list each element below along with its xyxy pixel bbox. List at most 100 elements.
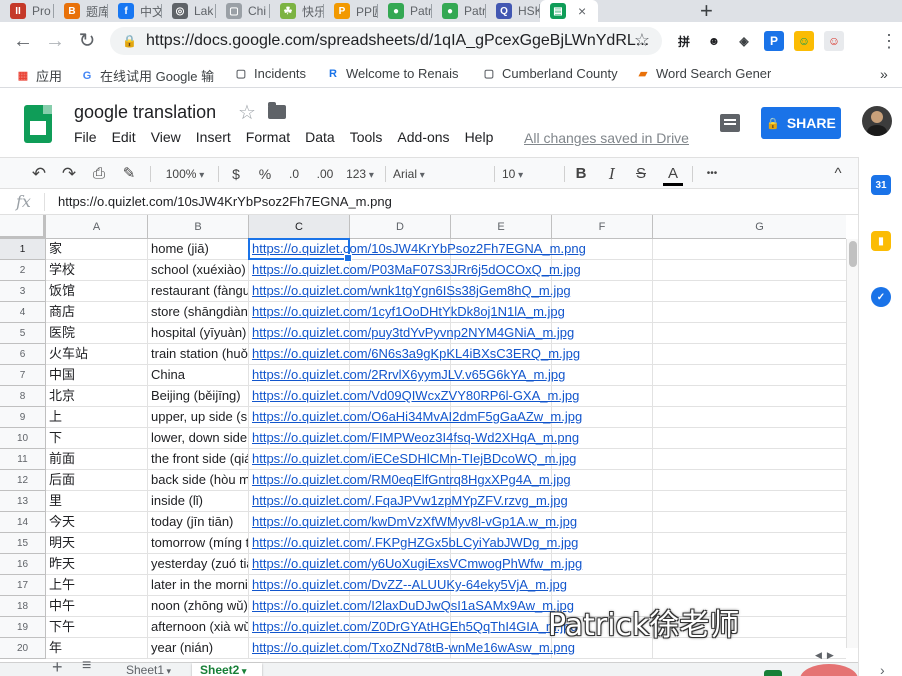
bookmark-star-icon[interactable]: ☆ xyxy=(634,30,650,51)
browser-tab[interactable]: II Pro xyxy=(0,0,54,22)
cell-chinese[interactable]: 里 xyxy=(46,491,148,512)
cell[interactable] xyxy=(653,470,846,491)
scrollbar-thumb[interactable] xyxy=(849,241,857,267)
cell[interactable] xyxy=(653,239,846,260)
cell[interactable] xyxy=(552,575,653,596)
cell-chinese[interactable]: 明天 xyxy=(46,533,148,554)
avatar[interactable] xyxy=(862,106,892,136)
row-header[interactable]: 5 xyxy=(0,323,46,344)
cell-english[interactable]: back side (hòu miàn) xyxy=(148,470,249,491)
column-header-e[interactable]: E xyxy=(451,215,552,239)
column-header-f[interactable]: F xyxy=(552,215,653,239)
bookmark-item[interactable]: ▰ Word Search Gener xyxy=(636,66,771,81)
bookmarks-overflow-icon[interactable]: » xyxy=(880,66,888,82)
all-sheets-icon[interactable]: ≡ xyxy=(82,657,91,675)
browser-tab[interactable]: f 中文 xyxy=(108,0,162,22)
share-button[interactable]: 🔒 SHARE xyxy=(761,107,841,139)
save-status[interactable]: All changes saved in Drive xyxy=(524,130,689,146)
browser-tab[interactable]: ● Patr xyxy=(378,0,432,22)
bookmark-item[interactable]: ▢ Cumberland County xyxy=(482,66,622,81)
pinyin-extension-icon[interactable]: 拼 xyxy=(674,31,694,51)
column-header-c[interactable]: C xyxy=(249,215,350,239)
row-header[interactable]: 11 xyxy=(0,449,46,470)
browser-tab[interactable]: ▢ Chi xyxy=(216,0,270,22)
cell[interactable] xyxy=(653,512,846,533)
currency-format-button[interactable]: $ xyxy=(228,164,244,184)
cell-image-url[interactable]: https://o.quizlet.com/y6UoXugiExsVCmwogP… xyxy=(249,554,582,575)
cell-chinese[interactable]: 学校 xyxy=(46,260,148,281)
menu-file[interactable]: File xyxy=(74,129,97,145)
row-header[interactable]: 2 xyxy=(0,260,46,281)
decrease-decimal-button[interactable]: .0 xyxy=(284,164,304,184)
cell-english[interactable]: year (nián) xyxy=(148,638,249,659)
cell-image-url[interactable]: https://o.quizlet.com/wnk1tgYgn6ISs38jGe… xyxy=(249,281,571,302)
row-header[interactable]: 18 xyxy=(0,596,46,617)
cell[interactable] xyxy=(653,365,846,386)
cell[interactable] xyxy=(653,323,846,344)
side-panel-expand-icon[interactable]: › xyxy=(880,662,885,676)
cell[interactable] xyxy=(653,281,846,302)
cell-image-url[interactable]: https://o.quizlet.com/.FKPgHZGx5bLCyiYab… xyxy=(249,533,578,554)
browser-tab[interactable]: B 题库 xyxy=(54,0,108,22)
reload-icon[interactable]: ↻ xyxy=(74,28,100,54)
cell-chinese[interactable]: 火车站 xyxy=(46,344,148,365)
cell-image-url[interactable]: https://o.quizlet.com/P03MaF07S3JRr6j5dO… xyxy=(249,260,581,281)
row-header[interactable]: 12 xyxy=(0,470,46,491)
row-header[interactable]: 6 xyxy=(0,344,46,365)
cell-image-url[interactable]: https://o.quizlet.com/Vd09QIWcxZVY80RP6l… xyxy=(249,386,579,407)
cell[interactable] xyxy=(653,344,846,365)
column-header-a[interactable]: A xyxy=(46,215,148,239)
tasks-icon[interactable]: ✓ xyxy=(871,287,891,307)
cell-english[interactable]: home (jiā) xyxy=(148,239,249,260)
bookmark-item[interactable]: R Welcome to Renais xyxy=(326,66,466,81)
cell-chinese[interactable]: 下 xyxy=(46,428,148,449)
cell-english[interactable]: restaurant (fànguǎn) xyxy=(148,281,249,302)
menu-format[interactable]: Format xyxy=(246,129,290,145)
horizontal-scroll-arrows-icon[interactable]: ◀ ▶ xyxy=(815,650,834,661)
row-header[interactable]: 17 xyxy=(0,575,46,596)
document-title[interactable]: google translation xyxy=(74,102,216,123)
cell[interactable] xyxy=(552,365,653,386)
browser-tab[interactable]: ▤ × xyxy=(540,0,598,22)
italic-button[interactable]: I xyxy=(603,164,621,184)
shield-extension-icon[interactable]: ◈ xyxy=(734,31,754,51)
cell-chinese[interactable]: 前面 xyxy=(46,449,148,470)
folder-icon[interactable] xyxy=(268,102,286,119)
zoom-select[interactable]: 100% xyxy=(160,164,210,184)
more-formats-select[interactable]: 123 xyxy=(343,164,377,184)
redo-icon[interactable]: ↷ xyxy=(58,164,80,184)
row-header[interactable]: 8 xyxy=(0,386,46,407)
chrome-menu-icon[interactable]: ⋮ xyxy=(876,28,902,54)
cell-image-url[interactable]: https://o.quizlet.com/FIMPWeoz3I4fsq-Wd2… xyxy=(249,428,579,449)
percent-format-button[interactable]: % xyxy=(257,164,273,184)
url-text[interactable]: https://docs.google.com/spreadsheets/d/1… xyxy=(146,32,649,50)
cell-chinese[interactable]: 后面 xyxy=(46,470,148,491)
explore-button[interactable] xyxy=(764,670,782,676)
text-color-button[interactable]: A xyxy=(663,164,683,186)
paint-format-icon[interactable]: ✎ xyxy=(118,164,140,184)
bookmark-item[interactable]: ▦ 应用 xyxy=(16,66,68,85)
row-header[interactable]: 9 xyxy=(0,407,46,428)
cell[interactable] xyxy=(552,302,653,323)
cell-english[interactable]: train station (huǒchēzhàn) xyxy=(148,344,249,365)
cell-image-url[interactable]: https://o.quizlet.com/DvZZ--ALUUKy-64eky… xyxy=(249,575,567,596)
cell-english[interactable]: today (jīn tiān) xyxy=(148,512,249,533)
cell[interactable] xyxy=(653,449,846,470)
select-all-corner[interactable] xyxy=(0,215,46,239)
menu-view[interactable]: View xyxy=(151,129,181,145)
row-header[interactable]: 14 xyxy=(0,512,46,533)
browser-tab[interactable]: ☘ 快乐 xyxy=(270,0,324,22)
cell-image-url[interactable]: https://o.quizlet.com/1cyf1OoDHtYkDk8oj1… xyxy=(249,302,565,323)
cell-image-url[interactable]: https://o.quizlet.com/I2laxDuDJwQsI1aSAM… xyxy=(249,596,574,617)
cell-chinese[interactable]: 饭馆 xyxy=(46,281,148,302)
cell[interactable] xyxy=(653,428,846,449)
address-bar[interactable]: 🔒 https://docs.google.com/spreadsheets/d… xyxy=(110,27,662,55)
cell-chinese[interactable]: 家 xyxy=(46,239,148,260)
row-header[interactable]: 15 xyxy=(0,533,46,554)
cell[interactable] xyxy=(653,533,846,554)
cell-image-url[interactable]: https://o.quizlet.com/6N6s3a9gKpKL4iBXsC… xyxy=(249,344,580,365)
cell[interactable] xyxy=(653,260,846,281)
new-tab-icon[interactable]: + xyxy=(700,0,713,24)
star-icon[interactable]: ☆ xyxy=(238,100,256,125)
bookmark-item[interactable]: ▢ Incidents xyxy=(234,66,314,81)
